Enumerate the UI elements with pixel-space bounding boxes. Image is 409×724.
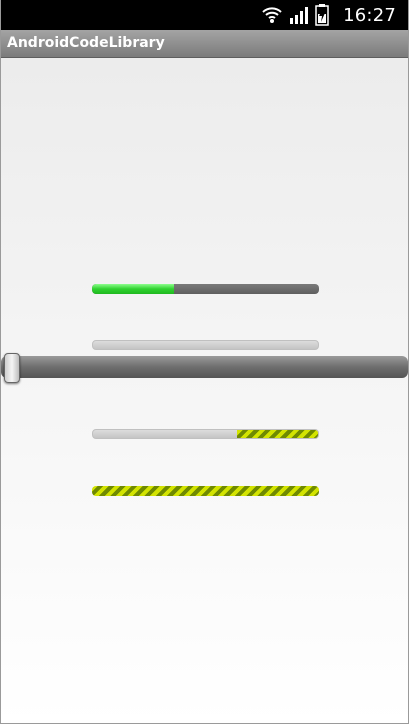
progress-fill-green [92, 284, 174, 294]
status-clock: 16:27 [343, 4, 396, 26]
android-screen: 16:27 AndroidCodeLibrary [0, 0, 409, 724]
progress-bar-green [92, 284, 319, 294]
progress-bar-striped-partial [92, 429, 319, 439]
title-bar: AndroidCodeLibrary [1, 30, 408, 58]
battery-icon [315, 4, 329, 26]
progress-fill-striped-full [92, 486, 319, 496]
app-title: AndroidCodeLibrary [7, 35, 165, 51]
progress-fill-striped-partial [237, 430, 318, 438]
content-area [1, 58, 408, 723]
wifi-icon [261, 5, 283, 25]
seekbar-track[interactable] [1, 356, 408, 378]
progress-bar-striped-full [92, 486, 319, 496]
signal-icon [289, 5, 309, 25]
status-bar: 16:27 [1, 0, 408, 30]
progress-bar-empty [92, 340, 319, 350]
status-icons: 16:27 [261, 0, 396, 30]
seekbar-thumb[interactable] [4, 353, 20, 383]
